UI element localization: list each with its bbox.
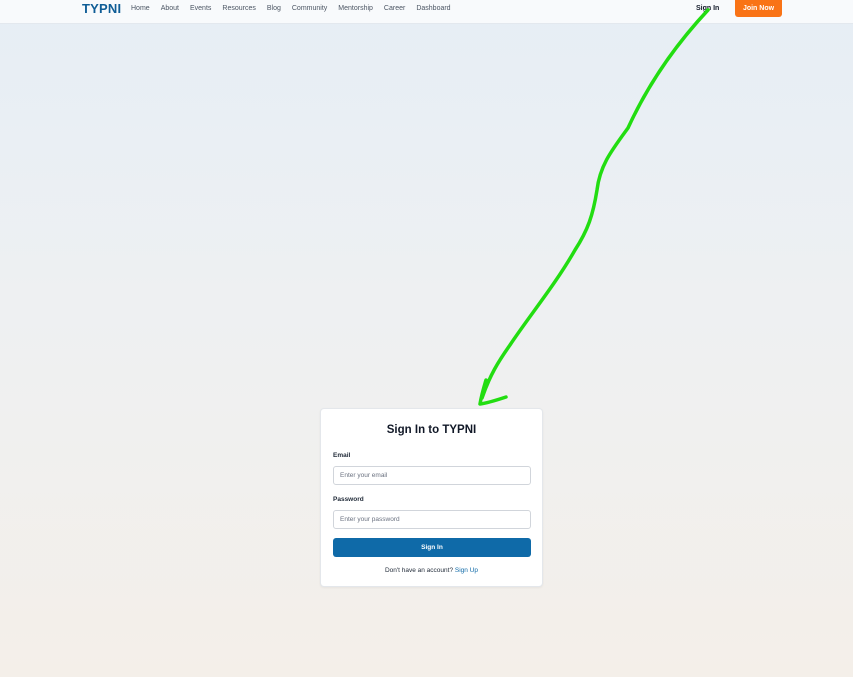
annotation-arrow-head — [478, 378, 508, 406]
nav-item-resources[interactable]: Resources — [222, 4, 255, 13]
header-sign-in-link[interactable]: Sign In — [696, 4, 719, 13]
sign-up-prompt-text: Don't have an account? — [384, 567, 454, 574]
nav-item-career[interactable]: Career — [384, 4, 405, 13]
site-logo[interactable]: TYPNI — [82, 2, 121, 16]
sign-in-card: Sign In to TYPNI Email Password Sign In … — [320, 408, 543, 587]
nav-item-blog[interactable]: Blog — [267, 4, 281, 13]
nav-item-community[interactable]: Community — [292, 4, 327, 13]
sign-up-prompt: Don't have an account? Sign Up — [321, 567, 542, 575]
main-nav: Home About Events Resources Blog Communi… — [131, 4, 462, 13]
top-navigation-bar: TYPNI Home About Events Resources Blog C… — [0, 0, 853, 24]
nav-item-events[interactable]: Events — [190, 4, 211, 13]
sign-in-title: Sign In to TYPNI — [386, 424, 477, 436]
annotation-arrow-line — [480, 8, 710, 400]
sign-in-submit-button[interactable]: Sign In — [333, 538, 531, 557]
password-label: Password — [333, 496, 364, 503]
nav-item-dashboard[interactable]: Dashboard — [416, 4, 450, 13]
password-input[interactable] — [333, 510, 531, 529]
join-now-button[interactable]: Join Now — [735, 0, 782, 17]
email-label: Email — [333, 452, 351, 459]
nav-item-mentorship[interactable]: Mentorship — [338, 4, 373, 13]
nav-item-about[interactable]: About — [161, 4, 179, 13]
email-input[interactable] — [333, 466, 531, 485]
sign-up-link[interactable]: Sign Up — [455, 567, 478, 574]
nav-item-home[interactable]: Home — [131, 4, 150, 13]
